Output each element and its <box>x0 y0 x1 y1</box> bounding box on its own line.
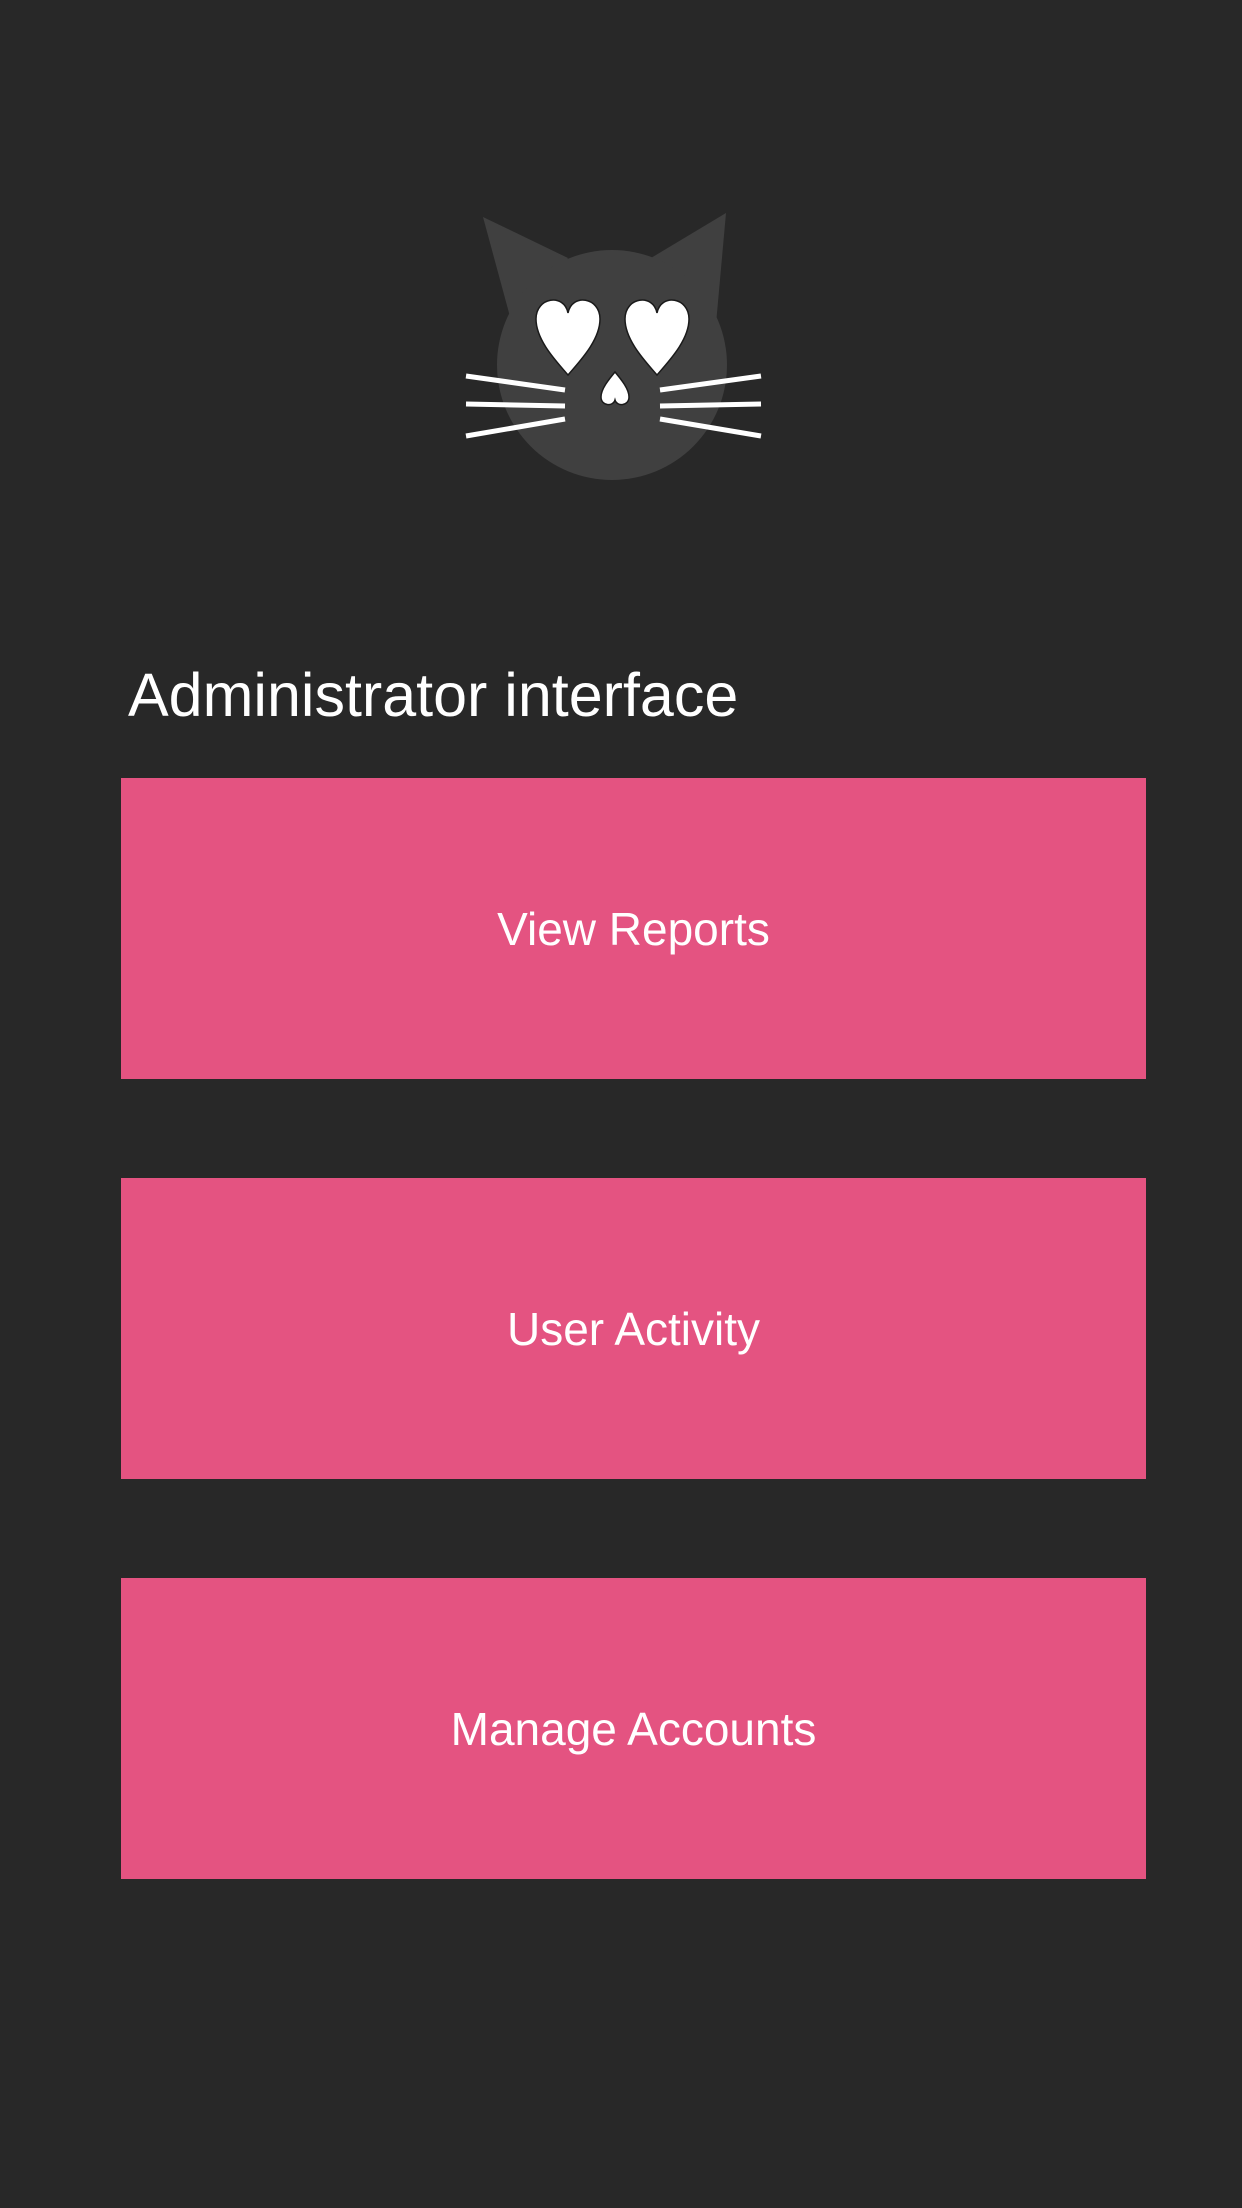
page-title: Administrator interface <box>128 661 739 729</box>
manage-accounts-button[interactable]: Manage Accounts <box>121 1578 1146 1879</box>
view-reports-button[interactable]: View Reports <box>121 778 1146 1079</box>
view-reports-label: View Reports <box>497 902 770 955</box>
cat-heart-eyes-icon <box>460 205 780 495</box>
manage-accounts-label: Manage Accounts <box>450 1702 817 1755</box>
user-activity-button[interactable]: User Activity <box>121 1178 1146 1479</box>
user-activity-label: User Activity <box>506 1302 761 1355</box>
